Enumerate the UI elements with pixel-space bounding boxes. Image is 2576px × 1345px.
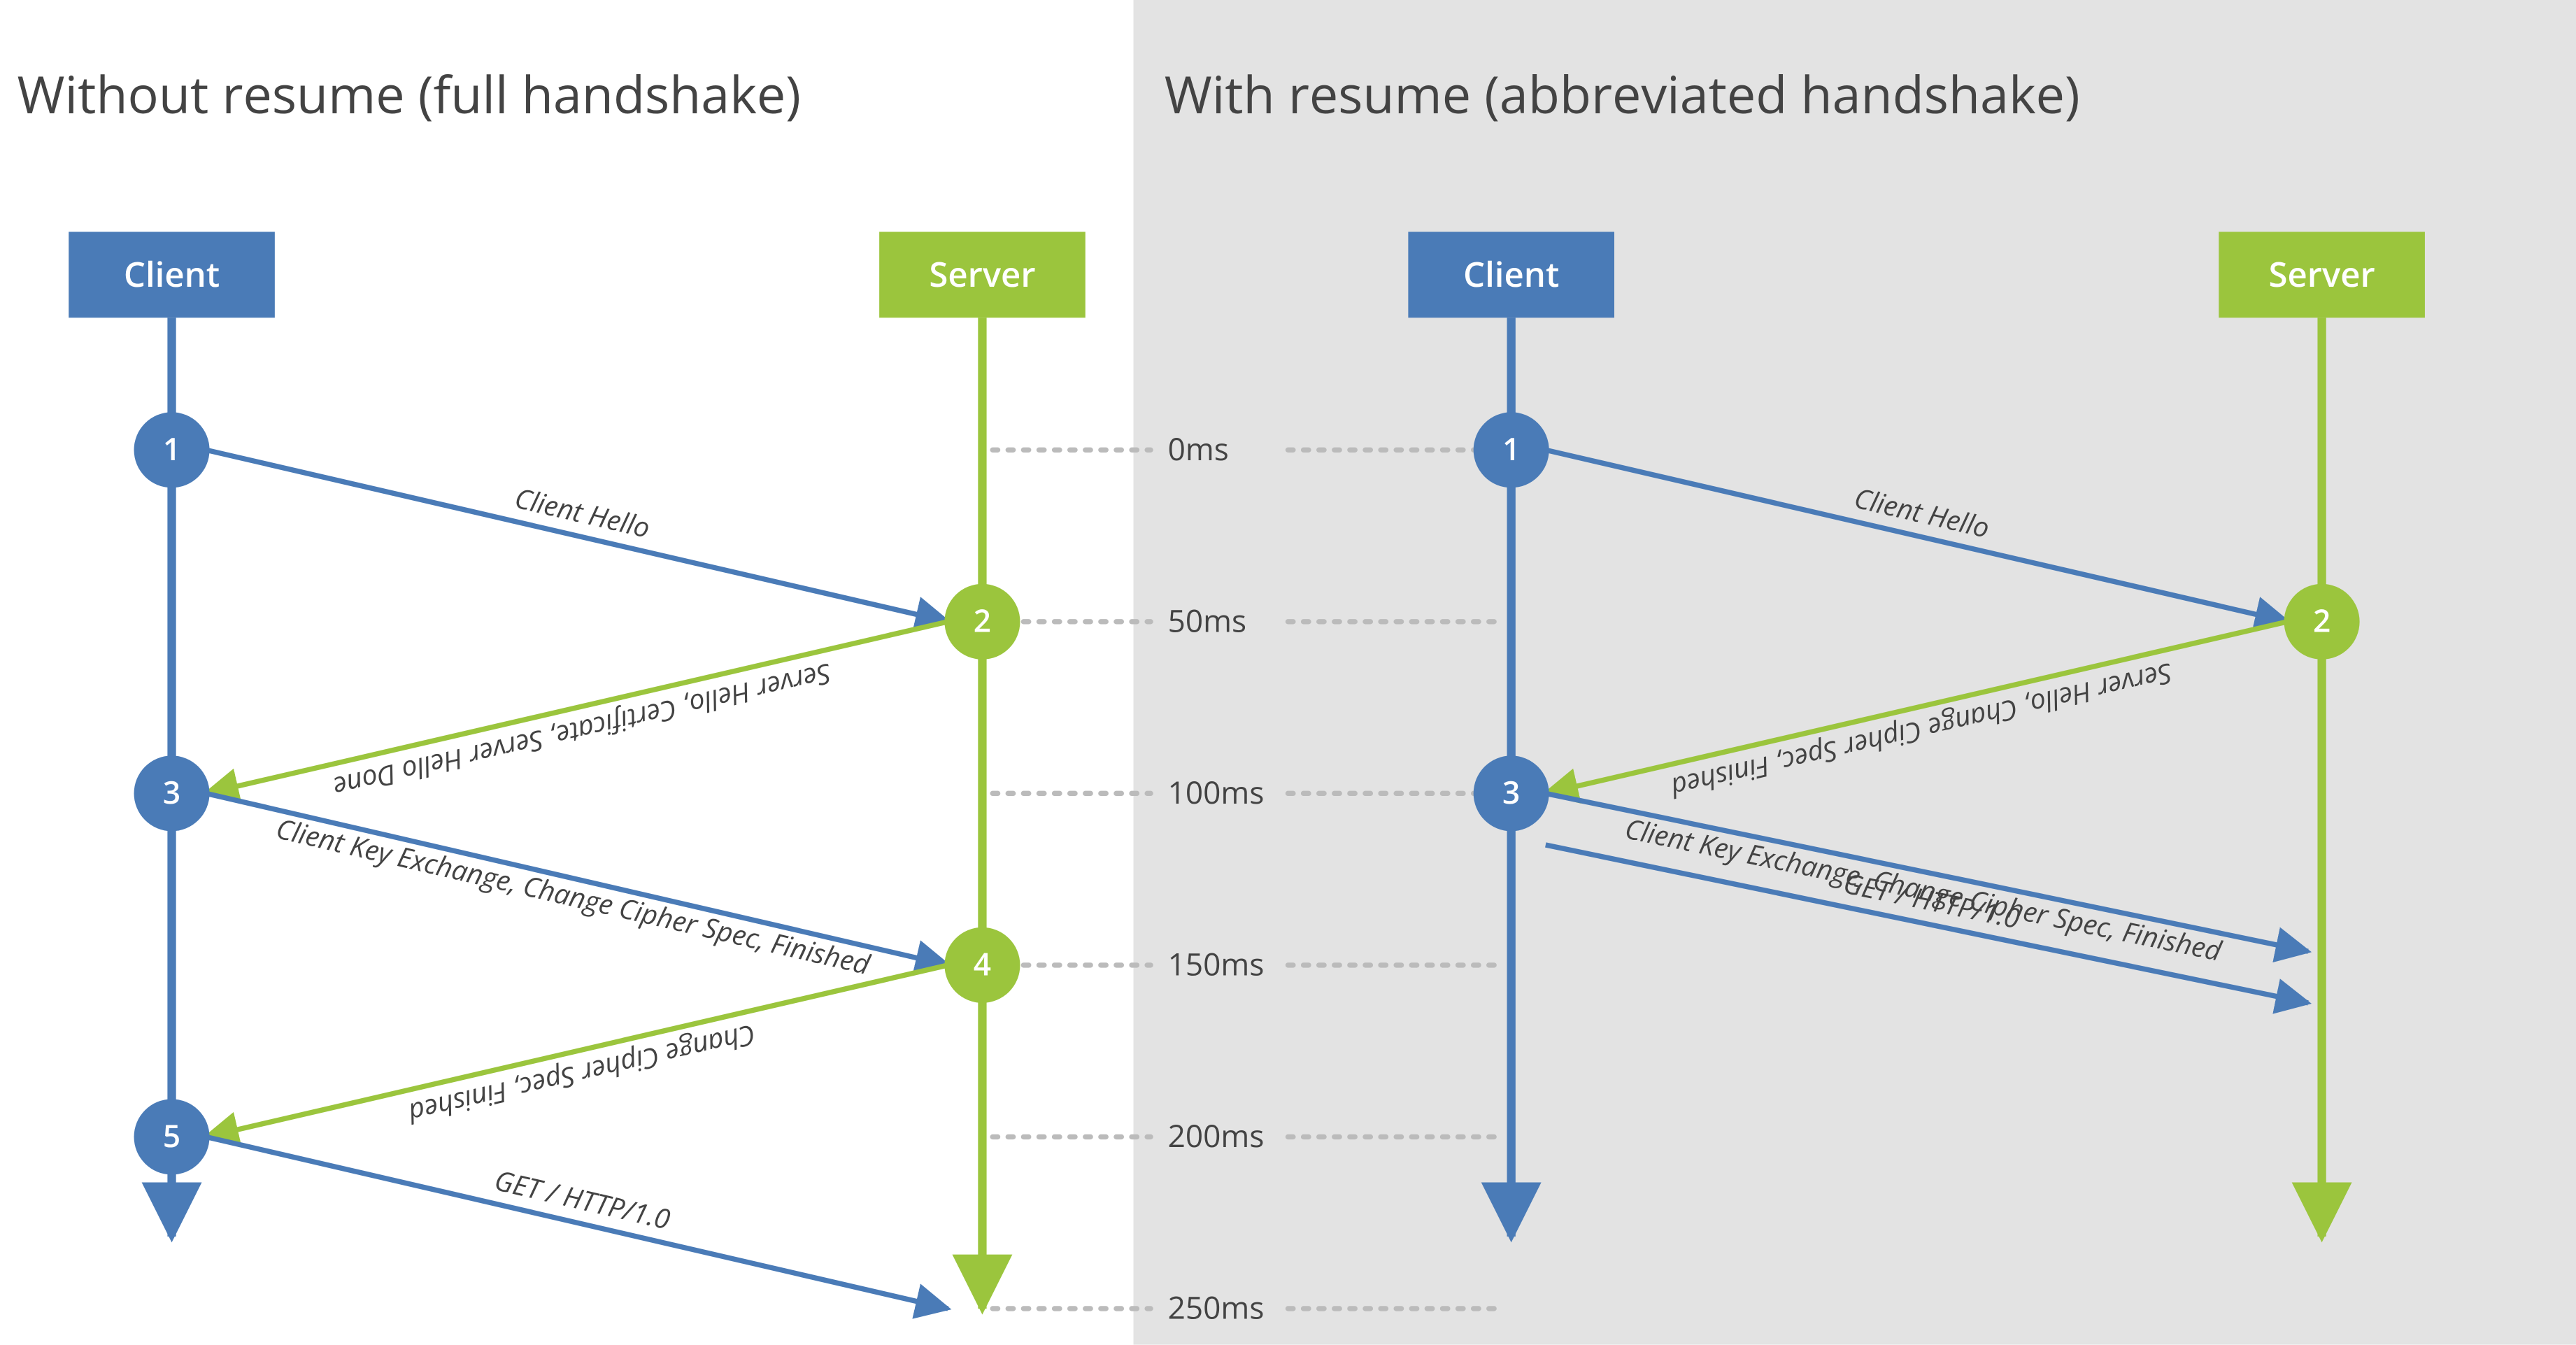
- svg-text:Server: Server: [2269, 251, 2375, 297]
- message-arrow: [206, 622, 948, 794]
- time-label: 0ms: [1168, 427, 1229, 469]
- time-label: 150ms: [1168, 943, 1265, 985]
- message-arrow: [206, 965, 948, 1137]
- message-arrow: [206, 1137, 948, 1309]
- message-label: Change Cipher Spec, Finished: [404, 1016, 759, 1133]
- step-number: 3: [163, 771, 180, 813]
- step-number: 2: [2313, 599, 2331, 641]
- time-label: 100ms: [1168, 771, 1265, 813]
- time-label: 50ms: [1168, 599, 1247, 641]
- title-right: With resume (abbreviated handshake): [1165, 58, 2080, 129]
- time-label: 250ms: [1168, 1286, 1265, 1328]
- step-number: 1: [1502, 427, 1520, 469]
- svg-text:Server: Server: [929, 251, 1035, 297]
- message-label: Server Hello, Certificate, Server Hello …: [330, 655, 835, 807]
- right-client-box: Client: [1408, 232, 1614, 318]
- svg-text:Client: Client: [1463, 251, 1559, 297]
- svg-text:Client: Client: [124, 251, 220, 297]
- message-label: Client Key Exchange, Change Cipher Spec,…: [273, 809, 874, 983]
- step-number: 5: [163, 1114, 180, 1156]
- tls-handshake-diagram: Without resume (full handshake) With res…: [0, 0, 2576, 1345]
- title-left: Without resume (full handshake): [17, 58, 801, 129]
- right-panel-bg: [1134, 0, 2576, 1345]
- left-client-box: Client: [69, 232, 275, 318]
- step-number: 4: [974, 943, 991, 985]
- message-arrow: [206, 450, 948, 622]
- step-number: 3: [1502, 771, 1520, 813]
- step-number: 1: [163, 427, 180, 469]
- right-server-box: Server: [2219, 232, 2425, 318]
- step-number: 2: [974, 599, 991, 641]
- time-label: 200ms: [1168, 1114, 1265, 1156]
- left-messages: Client HelloServer Hello, Certificate, S…: [206, 450, 948, 1309]
- left-server-box: Server: [879, 232, 1086, 318]
